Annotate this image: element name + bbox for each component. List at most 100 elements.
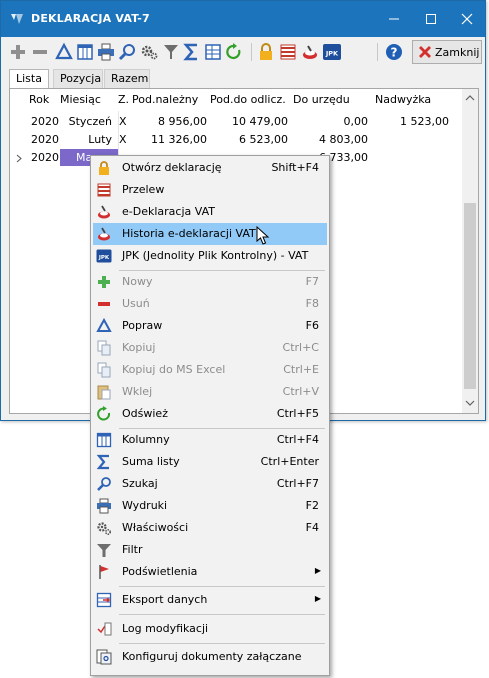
svg-text:?: ? [391, 46, 398, 60]
open-declaration-button[interactable] [256, 42, 276, 62]
gear-icon [141, 45, 158, 60]
menu-item-label: Historia e-deklaracji VAT [122, 227, 256, 240]
delete-button[interactable] [30, 42, 50, 62]
cell-rok: 2020 [31, 133, 59, 146]
tab-lista[interactable]: Lista [9, 69, 49, 90]
menu-item-label: Wydruki [122, 499, 168, 512]
menu-item-label: Konfiguruj dokumenty załączane [122, 650, 302, 663]
menu-item-kolumny[interactable]: Kolumny Ctrl+F4 [93, 429, 327, 451]
menu-item-wydruki[interactable]: Wydruki F2 [93, 495, 327, 517]
menu-item-otworz-deklaracje[interactable]: Otwórz deklarację Shift+F4 [93, 157, 327, 179]
refresh-icon [226, 43, 241, 60]
menu-item-przelew[interactable]: Przelew [93, 179, 327, 201]
printer-icon [97, 498, 111, 514]
table-row[interactable]: 2020 Luty X 11 326,00 6 523,00 4 803,00 [10, 131, 462, 149]
menu-item-konfiguruj-dokumenty[interactable]: Konfiguruj dokumenty załączane [93, 646, 327, 668]
menu-item-szukaj[interactable]: Szukaj Ctrl+F7 [93, 473, 327, 495]
close-window-button[interactable] [457, 9, 477, 29]
sum-icon [96, 454, 109, 470]
sum-button[interactable] [182, 42, 202, 62]
menu-item-odswiez[interactable]: Odśwież Ctrl+F5 [93, 403, 327, 425]
toolbar-separator [251, 43, 252, 61]
search-button[interactable] [117, 42, 137, 62]
properties-button[interactable] [139, 42, 159, 62]
menu-item-eksport-danych[interactable]: Eksport danych ▶ [93, 589, 327, 611]
print-button[interactable] [96, 42, 116, 62]
menu-item-shortcut: Ctrl+V [282, 385, 319, 398]
column-header-rok[interactable]: Rok [29, 93, 49, 106]
scroll-down-icon[interactable] [465, 399, 475, 407]
menu-item-jpk[interactable]: JPK JPK (Jednolity Plik Kontrolny) - VAT [93, 245, 327, 267]
search-icon [118, 44, 135, 61]
menu-item-label: Przelew [122, 183, 165, 196]
menu-item-kopiuj-excel[interactable]: Kopiuj do MS Excel Ctrl+E [93, 359, 327, 381]
add-button[interactable] [8, 42, 28, 62]
cell-rok: 2020 [31, 115, 59, 128]
menu-item-kopiuj[interactable]: Kopiuj Ctrl+C [93, 337, 327, 359]
maximize-button[interactable] [421, 9, 441, 29]
tab-pozycja[interactable]: Pozycja [53, 69, 103, 88]
plus-icon [11, 45, 25, 59]
menu-item-log-modyfikacji[interactable]: Log modyfikacji [93, 618, 327, 640]
scroll-up-icon[interactable] [465, 94, 475, 102]
e-declaration-button[interactable] [300, 42, 320, 62]
menu-item-shortcut: F4 [305, 521, 319, 534]
filter-button[interactable] [161, 42, 181, 62]
menu-item-wklej[interactable]: Wklej Ctrl+V [93, 381, 327, 403]
menu-item-shortcut: F7 [305, 275, 319, 288]
app-icon [11, 14, 23, 24]
column-header-pod-do-odlicz[interactable]: Pod.do odlicz. [210, 93, 286, 106]
columns-button[interactable] [75, 42, 95, 62]
transfer-button[interactable] [278, 42, 298, 62]
minimize-button[interactable] [384, 9, 404, 29]
scrollbar-thumb[interactable] [464, 203, 476, 389]
menu-item-wlasciwosci[interactable]: Właściwości F4 [93, 517, 327, 539]
columns-config-button[interactable] [203, 42, 223, 62]
edit-triangle-icon [96, 318, 112, 332]
menu-item-shortcut: F2 [305, 499, 319, 512]
row-indicator-icon [16, 154, 22, 163]
history-icon [98, 227, 110, 241]
help-button[interactable]: ? [384, 42, 404, 62]
title-bar[interactable]: DEKLARACJA VAT-7 [1, 1, 485, 37]
columns-icon [96, 432, 112, 448]
cell-z: X [119, 115, 127, 128]
menu-item-filtr[interactable]: Filtr [93, 539, 327, 561]
column-header-z[interactable]: Z. [118, 93, 129, 106]
vertical-scrollbar[interactable] [462, 89, 478, 413]
flag-icon [99, 565, 109, 579]
jpk-button[interactable]: JPK [322, 42, 342, 62]
menu-item-label: Właściwości [122, 521, 189, 534]
plus-icon [98, 276, 110, 288]
transfer-icon [97, 183, 111, 197]
close-button-label: Zamknij [435, 46, 480, 59]
menu-item-label: Podświetlenia [122, 565, 198, 578]
menu-item-label: Nowy [122, 275, 153, 288]
menu-item-shortcut: F8 [305, 297, 319, 310]
column-header-nadwyzka[interactable]: Nadwyżka [375, 93, 431, 106]
refresh-button[interactable] [224, 42, 244, 62]
menu-item-usun[interactable]: Usuń F8 [93, 293, 327, 315]
menu-item-label: Log modyfikacji [122, 622, 209, 635]
menu-item-label: Kolumny [122, 433, 170, 446]
tab-razem[interactable]: Razem [104, 69, 150, 88]
menu-item-shortcut: Shift+F4 [271, 161, 319, 174]
menu-item-historia-e-deklaracji[interactable]: Historia e-deklaracji VAT [93, 223, 327, 245]
column-header-miesiac[interactable]: Miesiąc [60, 93, 101, 106]
menu-item-nowy[interactable]: Nowy F7 [93, 271, 327, 293]
menu-item-suma-listy[interactable]: Suma listy Ctrl+Enter [93, 451, 327, 473]
column-header-pod-nalezny[interactable]: Pod.należny [132, 93, 198, 106]
minus-icon [33, 50, 47, 54]
edit-button[interactable] [54, 42, 74, 62]
help-icon: ? [386, 44, 402, 60]
table-icon [205, 44, 221, 60]
menu-item-e-deklaracja[interactable]: e-Deklaracja VAT [93, 201, 327, 223]
menu-item-popraw[interactable]: Popraw F6 [93, 315, 327, 337]
cell-rok: 2020 [31, 151, 59, 164]
table-row[interactable]: 2020 Styczeń X 8 956,00 10 479,00 0,00 1… [10, 113, 462, 131]
menu-item-podswietlenia[interactable]: Podświetlenia ▶ [93, 561, 327, 583]
menu-item-label: Suma listy [122, 455, 180, 468]
column-header-do-urzedu[interactable]: Do urzędu [293, 93, 350, 106]
close-button[interactable]: Zamknij [412, 40, 482, 64]
menu-item-label: Odśwież [122, 407, 168, 420]
